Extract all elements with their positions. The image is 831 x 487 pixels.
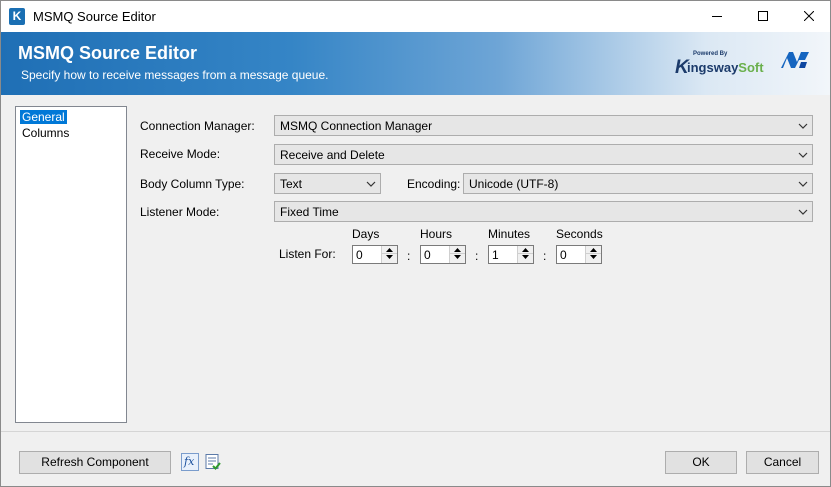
brand-powered-by: Powered By — [693, 51, 728, 57]
chevron-down-icon — [366, 181, 376, 187]
listen-for-label: Listen For: — [279, 247, 336, 261]
footer-divider — [1, 431, 830, 432]
banner-title: MSMQ Source Editor — [18, 43, 198, 63]
days-stepper[interactable]: 0 — [352, 245, 398, 264]
dotnet-logo-icon — [781, 52, 809, 68]
body-column-type-value: Text — [280, 177, 303, 191]
chevron-down-icon — [798, 123, 808, 129]
expression-icon[interactable]: fx — [181, 453, 199, 471]
hours-increment-button[interactable] — [450, 246, 465, 254]
close-button[interactable] — [786, 1, 831, 32]
window-title: MSMQ Source Editor — [33, 9, 156, 24]
minutes-label: Minutes — [488, 227, 531, 241]
minutes-stepper[interactable]: 1 — [488, 245, 534, 264]
maximize-button[interactable] — [740, 1, 786, 32]
time-separator: : — [475, 249, 479, 263]
receive-mode-value: Receive and Delete — [280, 148, 385, 162]
nav-item-general[interactable]: General — [20, 110, 67, 124]
ok-button[interactable]: OK — [665, 451, 737, 474]
chevron-down-icon — [798, 181, 808, 187]
connection-manager-label: Connection Manager: — [140, 119, 255, 133]
banner-subtitle: Specify how to receive messages from a m… — [21, 68, 329, 82]
encoding-select[interactable]: Unicode (UTF-8) — [463, 173, 813, 194]
minutes-increment-button[interactable] — [518, 246, 533, 254]
expression-icon-label: fx — [184, 455, 195, 468]
minimize-icon — [712, 16, 722, 17]
refresh-component-button[interactable]: Refresh Component — [19, 451, 171, 474]
kingswaysoft-app-icon: K — [9, 8, 25, 25]
seconds-stepper-buttons — [585, 246, 601, 263]
arrow-down-icon — [454, 255, 461, 259]
body-column-type-label: Body Column Type: — [140, 177, 245, 191]
close-icon — [804, 11, 814, 21]
hours-decrement-button[interactable] — [450, 254, 465, 262]
cancel-button[interactable]: Cancel — [746, 451, 819, 474]
minimize-button[interactable] — [694, 1, 740, 32]
seconds-decrement-button[interactable] — [586, 254, 601, 262]
encoding-label: Encoding: — [407, 177, 461, 191]
seconds-value: 0 — [560, 248, 567, 262]
brand-name: ingswaySoft — [687, 60, 764, 75]
nav-item-columns[interactable]: Columns — [20, 126, 71, 140]
arrow-down-icon — [590, 255, 597, 259]
hours-label: Hours — [420, 227, 453, 241]
encoding-value: Unicode (UTF-8) — [469, 177, 559, 191]
hours-stepper-buttons — [449, 246, 465, 263]
msmq-source-editor-window: K MSMQ Source Editor MSMQ Source Editor … — [0, 0, 831, 487]
hours-value: 0 — [424, 248, 431, 262]
brand-name-accent: Soft — [738, 60, 764, 75]
title-bar: K MSMQ Source Editor — [1, 1, 830, 32]
arrow-up-icon — [522, 248, 529, 252]
days-increment-button[interactable] — [382, 246, 397, 254]
arrow-up-icon — [454, 248, 461, 252]
listener-mode-value: Fixed Time — [280, 205, 339, 219]
connection-manager-select[interactable]: MSMQ Connection Manager — [274, 115, 813, 136]
body-column-type-select[interactable]: Text — [274, 173, 381, 194]
minutes-value: 1 — [492, 248, 499, 262]
header-banner: MSMQ Source Editor Specify how to receiv… — [1, 32, 830, 95]
page-navigation-list: General Columns — [15, 106, 127, 423]
chevron-down-icon — [798, 152, 808, 158]
validate-icon[interactable] — [204, 453, 222, 471]
days-stepper-buttons — [381, 246, 397, 263]
listener-mode-select[interactable]: Fixed Time — [274, 201, 813, 222]
minutes-decrement-button[interactable] — [518, 254, 533, 262]
seconds-stepper[interactable]: 0 — [556, 245, 602, 264]
time-separator: : — [407, 249, 411, 263]
hours-stepper[interactable]: 0 — [420, 245, 466, 264]
days-decrement-button[interactable] — [382, 254, 397, 262]
minutes-stepper-buttons — [517, 246, 533, 263]
seconds-label: Seconds — [556, 227, 603, 241]
seconds-increment-button[interactable] — [586, 246, 601, 254]
listener-mode-label: Listener Mode: — [140, 205, 220, 219]
chevron-down-icon — [798, 209, 808, 215]
brand-name-main: ingsway — [687, 60, 739, 75]
arrow-down-icon — [386, 255, 393, 259]
maximize-icon — [758, 11, 768, 21]
days-label: Days — [352, 227, 380, 241]
days-value: 0 — [356, 248, 363, 262]
arrow-down-icon — [522, 255, 529, 259]
kingswaysoft-logo: Powered By K ingswaySoft — [673, 51, 765, 79]
connection-manager-value: MSMQ Connection Manager — [280, 119, 433, 133]
checklist-icon — [205, 454, 221, 470]
arrow-up-icon — [386, 248, 393, 252]
receive-mode-select[interactable]: Receive and Delete — [274, 144, 813, 165]
time-separator: : — [543, 249, 547, 263]
arrow-up-icon — [590, 248, 597, 252]
receive-mode-label: Receive Mode: — [140, 147, 221, 161]
